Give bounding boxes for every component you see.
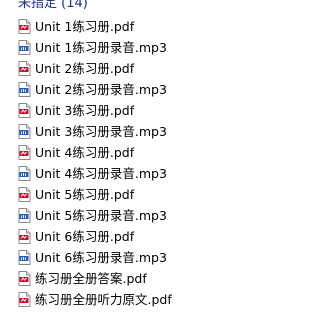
file-name: 练习册全册答案.pdf	[35, 271, 147, 286]
pdf-file-icon	[18, 271, 31, 286]
file-name: Unit 2练习册录音.mp3	[35, 82, 167, 97]
file-name: Unit 6练习册录音.mp3	[35, 250, 167, 265]
file-item[interactable]: Unit 6练习册录音.mp3	[0, 247, 262, 268]
file-item[interactable]: Unit 3练习册录音.mp3	[0, 121, 262, 142]
mp3-file-icon	[18, 250, 31, 265]
file-item[interactable]: Unit 2练习册录音.mp3	[0, 79, 262, 100]
mp3-file-icon	[18, 208, 31, 223]
group-header[interactable]: 未指定 (14)	[18, 0, 88, 14]
file-name: Unit 4练习册录音.mp3	[35, 166, 167, 181]
file-name: Unit 5练习册录音.mp3	[35, 208, 167, 223]
file-item[interactable]: Unit 1练习册.pdf	[0, 16, 262, 37]
pdf-file-icon	[18, 103, 31, 118]
file-item[interactable]: Unit 4练习册录音.mp3	[0, 163, 262, 184]
mp3-file-icon	[18, 124, 31, 139]
file-item[interactable]: 练习册全册听力原文.pdf	[0, 289, 262, 310]
file-name: Unit 1练习册录音.mp3	[35, 40, 167, 55]
file-name: Unit 4练习册.pdf	[35, 145, 135, 160]
pdf-file-icon	[18, 187, 31, 202]
file-list-pane: 未指定 (14) Unit 1练习册.pdf Unit 1练习册录音.mp3 Uni…	[0, 0, 262, 312]
pdf-file-icon	[18, 61, 31, 76]
file-name: Unit 6练习册.pdf	[35, 229, 135, 244]
file-item[interactable]: Unit 5练习册.pdf	[0, 184, 262, 205]
pdf-file-icon	[18, 292, 31, 307]
file-item[interactable]: Unit 4练习册.pdf	[0, 142, 262, 163]
mp3-file-icon	[18, 40, 31, 55]
file-item[interactable]: Unit 5练习册录音.mp3	[0, 205, 262, 226]
pdf-file-icon	[18, 19, 31, 34]
mp3-file-icon	[18, 166, 31, 181]
file-item[interactable]: 练习册全册答案.pdf	[0, 268, 262, 289]
file-list: Unit 1练习册.pdf Unit 1练习册录音.mp3 Unit 2练习册.pd…	[0, 16, 262, 310]
file-item[interactable]: Unit 1练习册录音.mp3	[0, 37, 262, 58]
file-item[interactable]: Unit 2练习册.pdf	[0, 58, 262, 79]
pdf-file-icon	[18, 229, 31, 244]
pdf-file-icon	[18, 145, 31, 160]
file-name: Unit 2练习册.pdf	[35, 61, 135, 76]
file-name: Unit 1练习册.pdf	[35, 19, 135, 34]
file-name: Unit 5练习册.pdf	[35, 187, 135, 202]
mp3-file-icon	[18, 82, 31, 97]
file-item[interactable]: Unit 3练习册.pdf	[0, 100, 262, 121]
file-item[interactable]: Unit 6练习册.pdf	[0, 226, 262, 247]
file-name: Unit 3练习册.pdf	[35, 103, 135, 118]
file-name: 练习册全册听力原文.pdf	[35, 292, 172, 307]
file-name: Unit 3练习册录音.mp3	[35, 124, 167, 139]
